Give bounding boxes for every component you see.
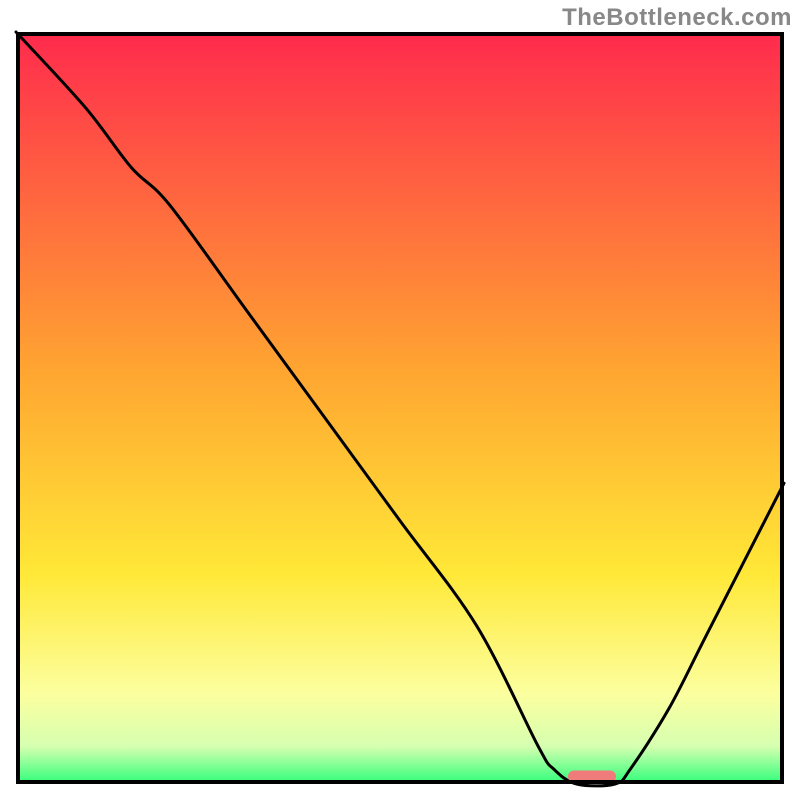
- target-marker: [568, 770, 616, 782]
- bottleneck-chart: [0, 0, 800, 800]
- gradient-background: [16, 32, 784, 784]
- chart-container: TheBottleneck.com: [0, 0, 800, 800]
- watermark-label: TheBottleneck.com: [562, 4, 792, 32]
